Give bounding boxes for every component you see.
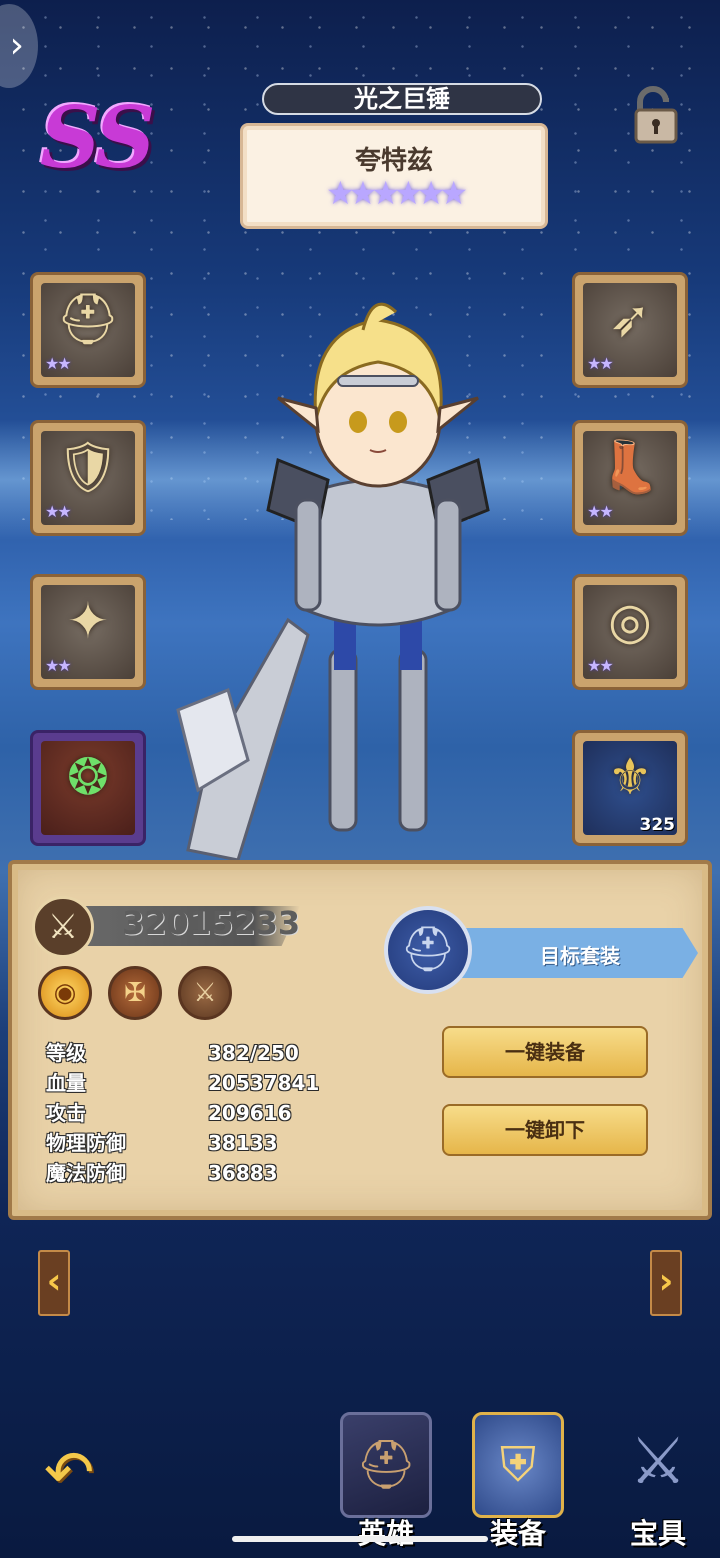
stat-row-physical-defense: 物理防御 38133 — [46, 1128, 319, 1158]
stat-label: 等级 — [46, 1041, 86, 1065]
axe-class-icon[interactable]: ✠ — [108, 966, 162, 1020]
slot-stars: ★★ — [45, 354, 72, 373]
emblem-count: 325 — [639, 815, 676, 835]
equip-slot-shield[interactable]: ✦ ★★ — [30, 574, 146, 690]
emblem-icon: ⚜ — [607, 748, 653, 806]
fire-orb-icon[interactable]: ◉ — [38, 966, 92, 1020]
tab-label: 英雄 — [357, 1517, 414, 1550]
helmet-icon: ⛑ — [56, 290, 120, 348]
stat-row-attack: 攻击 209616 — [46, 1098, 319, 1128]
sword-skill-icon[interactable]: ⚔ — [178, 966, 232, 1020]
hero-character[interactable] — [168, 290, 508, 860]
slot-stars: ★★ — [587, 502, 614, 521]
unequip-all-button[interactable]: 一键卸下 — [442, 1104, 648, 1156]
stat-row-hp: 血量 20537841 — [46, 1068, 319, 1098]
hero-star-rating: ★★★★★★ — [325, 174, 468, 212]
next-hero-button[interactable]: › — [650, 1250, 682, 1316]
tab-label: 装备 — [489, 1517, 546, 1550]
chest-armor-icon: 🛡 — [56, 438, 120, 496]
combat-power-value: 32015233 — [122, 904, 301, 942]
stat-row-magic-defense: 魔法防御 36883 — [46, 1158, 319, 1188]
hero-name: 夸特兹 — [354, 146, 433, 176]
slot-stars: ★★ — [587, 354, 614, 373]
rank-badge: SS — [40, 88, 155, 187]
stat-row-level: 等级 382/250 — [46, 1038, 319, 1068]
slot-stars: ★★ — [587, 656, 614, 675]
equip-slot-ring[interactable]: ◎ ★★ — [572, 574, 688, 690]
equip-slot-bow[interactable]: ➶ ★★ — [572, 272, 688, 388]
prev-hero-button[interactable]: ‹ — [38, 1250, 70, 1316]
equip-slot-crest[interactable]: ❂ — [30, 730, 146, 846]
stat-label: 魔法防御 — [46, 1161, 126, 1185]
equip-all-button[interactable]: 一键装备 — [442, 1026, 648, 1078]
stat-value: 36883 — [208, 1161, 278, 1185]
equip-slot-emblem[interactable]: ⚜ 325 — [572, 730, 688, 846]
stat-label: 物理防御 — [46, 1131, 126, 1155]
stat-label: 血量 — [46, 1071, 86, 1095]
weapon-title: 光之巨锤 — [262, 83, 542, 115]
gem-crest-icon: ❂ — [67, 748, 109, 806]
crossed-swords-icon: ⚔ — [629, 1425, 687, 1499]
equipment-chest-icon: ⛨ — [472, 1412, 564, 1518]
ring-icon: ◎ — [608, 592, 652, 650]
unlock-icon[interactable] — [632, 86, 680, 144]
stat-value: 382/250 — [208, 1041, 299, 1065]
boots-icon: 👢 — [598, 438, 662, 496]
shield-icon: ✦ — [67, 592, 109, 650]
back-arrow-icon[interactable]: ↶ — [44, 1443, 116, 1503]
stat-value: 38133 — [208, 1131, 278, 1155]
equip-slot-armor[interactable]: 🛡 ★★ — [30, 420, 146, 536]
hero-name-card: 夸特兹 ★★★★★★ — [240, 123, 548, 229]
equip-slot-boots[interactable]: 👢 ★★ — [572, 420, 688, 536]
home-indicator[interactable] — [232, 1536, 488, 1542]
bow-icon: ➶ — [609, 290, 651, 348]
hero-helmet-icon: ⛑ — [340, 1412, 432, 1518]
target-set-helmet-icon[interactable]: ⛑ — [384, 906, 472, 994]
equip-slot-helmet[interactable]: ⛑ ★★ — [30, 272, 146, 388]
stat-value: 209616 — [208, 1101, 292, 1125]
stat-value: 20537841 — [208, 1071, 320, 1095]
slot-stars: ★★ — [45, 656, 72, 675]
tab-label: 宝具 — [629, 1517, 686, 1550]
slot-stars: ★★ — [45, 502, 72, 521]
crossed-swords-power-icon: ⚔ — [32, 896, 94, 958]
stat-label: 攻击 — [46, 1101, 86, 1125]
stats-list: 等级 382/250 血量 20537841 攻击 209616 物理防御 38133 … — [46, 1038, 319, 1188]
tab-treasure[interactable]: ⚔ 宝具 — [608, 1412, 708, 1552]
tab-hero[interactable]: ⛑ 英雄 — [336, 1412, 436, 1552]
tab-equipment[interactable]: ⛨ 装备 — [468, 1412, 568, 1552]
target-set-label[interactable]: 目标套装 — [540, 940, 620, 969]
